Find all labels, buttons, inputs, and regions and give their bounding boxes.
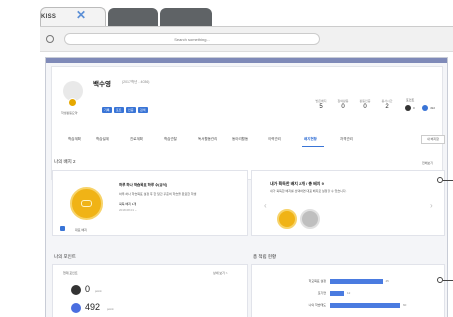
chart-value-label: 45 [385,279,389,283]
tab-9[interactable]: 자격관리 [340,137,353,142]
activity-bar-chart: 학교목표 설정 45 포기연 12 나의 학습태도 60 [251,264,445,317]
chart-category-label: 나의 학습태도 [308,303,326,307]
coin-dark-value: 0 [413,106,415,110]
search-input[interactable]: Search something... [64,33,320,45]
coin-dark-icon [405,105,411,111]
badge-date: 2018.08.01 ~ [119,208,137,212]
profile-card: 백수영 (2017학년 - 4036) 학생활동요약 기록 포트 인증 검색 받… [51,66,445,180]
browser-tab-2[interactable] [108,8,158,27]
tab-6[interactable]: 동아리활동 [232,137,248,142]
chart-value-label: 60 [403,303,407,307]
chart-bar [330,303,400,308]
active-tab-indicator [302,146,324,147]
stat-badges: 받은배지 5 [315,99,327,110]
points-subtitle: 현재 포인트 [63,271,78,275]
chart-category-label: 학교목표 설정 [308,279,326,283]
profile-tag[interactable]: 포트 [114,107,124,113]
coin-blue-icon [422,105,428,111]
tab-4[interactable]: 학습관찰 [164,137,177,142]
profile-tag[interactable]: 인증 [126,107,136,113]
my-badges-button[interactable]: 내 배지함 [421,135,445,144]
badges-section-title: 나의 배지 2 [54,159,76,164]
chart-bar [330,279,383,284]
tab-3[interactable]: 진로계획 [130,137,143,142]
activity-section-title: 총 적립 현황 [253,254,277,259]
tab-close-icon[interactable]: ✕ [76,8,90,22]
view-all-link[interactable]: 전체보기 [422,161,433,165]
user-name: 백수영 [93,81,111,88]
point-value: 0 [85,284,91,294]
badge-title: 하루 하나 학습목표 하루 수(공식) [119,183,168,187]
main-nav: 학습계획 학습설계 진로계획 학습관찰 독서활동관리 동아리활동 이력관리 배지… [60,135,445,147]
tab-7[interactable]: 이력관리 [268,137,281,142]
profile-subtext: 학생활동요약 [61,111,78,115]
stat-activities: 참여활동 0 [337,99,349,110]
chart-value-label: 12 [347,291,351,295]
badge-gold-icon[interactable] [277,209,297,229]
featured-badge-card: 하루 하나 학습목표 하루 수(공식) 하루 하나 학습목표 설정 후 한 달간… [52,170,248,236]
badge-silver-icon[interactable] [300,209,320,229]
badge-list-title: 내가 획득한 배지 2개 / 총 배지 9 [270,181,324,186]
chevron-left-icon[interactable]: ‹ [264,201,267,210]
point-unit: point [95,289,102,293]
header-strip [46,58,447,63]
tab-5[interactable]: 독서활동관리 [198,137,217,142]
refresh-icon[interactable] [46,35,54,43]
coins-label: 포인트 [406,98,415,102]
coin-blue-value: 492 [430,106,436,110]
chevron-right-icon[interactable]: › [430,201,433,210]
profile-tag[interactable]: 기록 [102,107,112,113]
featured-checkbox-label: 대표 배지 [75,228,87,232]
point-dark-icon [71,285,81,295]
callout-line [443,280,453,281]
featured-checkbox[interactable] [60,226,65,231]
point-value: 492 [85,302,101,312]
brand-logo: KISS [41,14,57,20]
tab-badges[interactable]: 배지현황 [304,137,317,142]
browser-tab-3[interactable] [160,8,212,27]
callout-line [443,180,453,181]
points-link[interactable]: 상세 보기 > [213,271,227,275]
badge-desc: 하루 하나 학습목표 설정 후 한 달간 꾸준히 학습을 완료한 학생 [119,192,197,196]
badge-list-desc: 내가 획득한 배지를 선택하면 대표 배지로 설정할 수 있습니다. [270,189,347,193]
app-window: 백수영 (2017학년 - 4036) 학생활동요약 기록 포트 인증 검색 받… [45,57,448,317]
stat-volunteer: 봉사시간 2 [381,99,393,110]
points-section-title: 나의 포인트 [54,254,76,259]
chart-bar [330,291,344,296]
chart-category-label: 포기연 [317,291,326,295]
tab-1[interactable]: 학습계획 [68,137,81,142]
avatar-badge-icon [68,98,77,107]
badge-count: 획득 배지 1개 [119,202,137,206]
user-id: (2017학년 - 4036) [122,80,150,84]
profile-tag[interactable]: 검색 [138,107,148,113]
point-unit: point [107,307,114,311]
stat-certs: 활동인증 0 [359,99,371,110]
point-blue-icon [71,303,81,313]
medal-icon [70,187,103,220]
tab-2[interactable]: 학습설계 [96,137,109,142]
points-card: 현재 포인트 상세 보기 > 0 point 492 point [52,264,248,317]
